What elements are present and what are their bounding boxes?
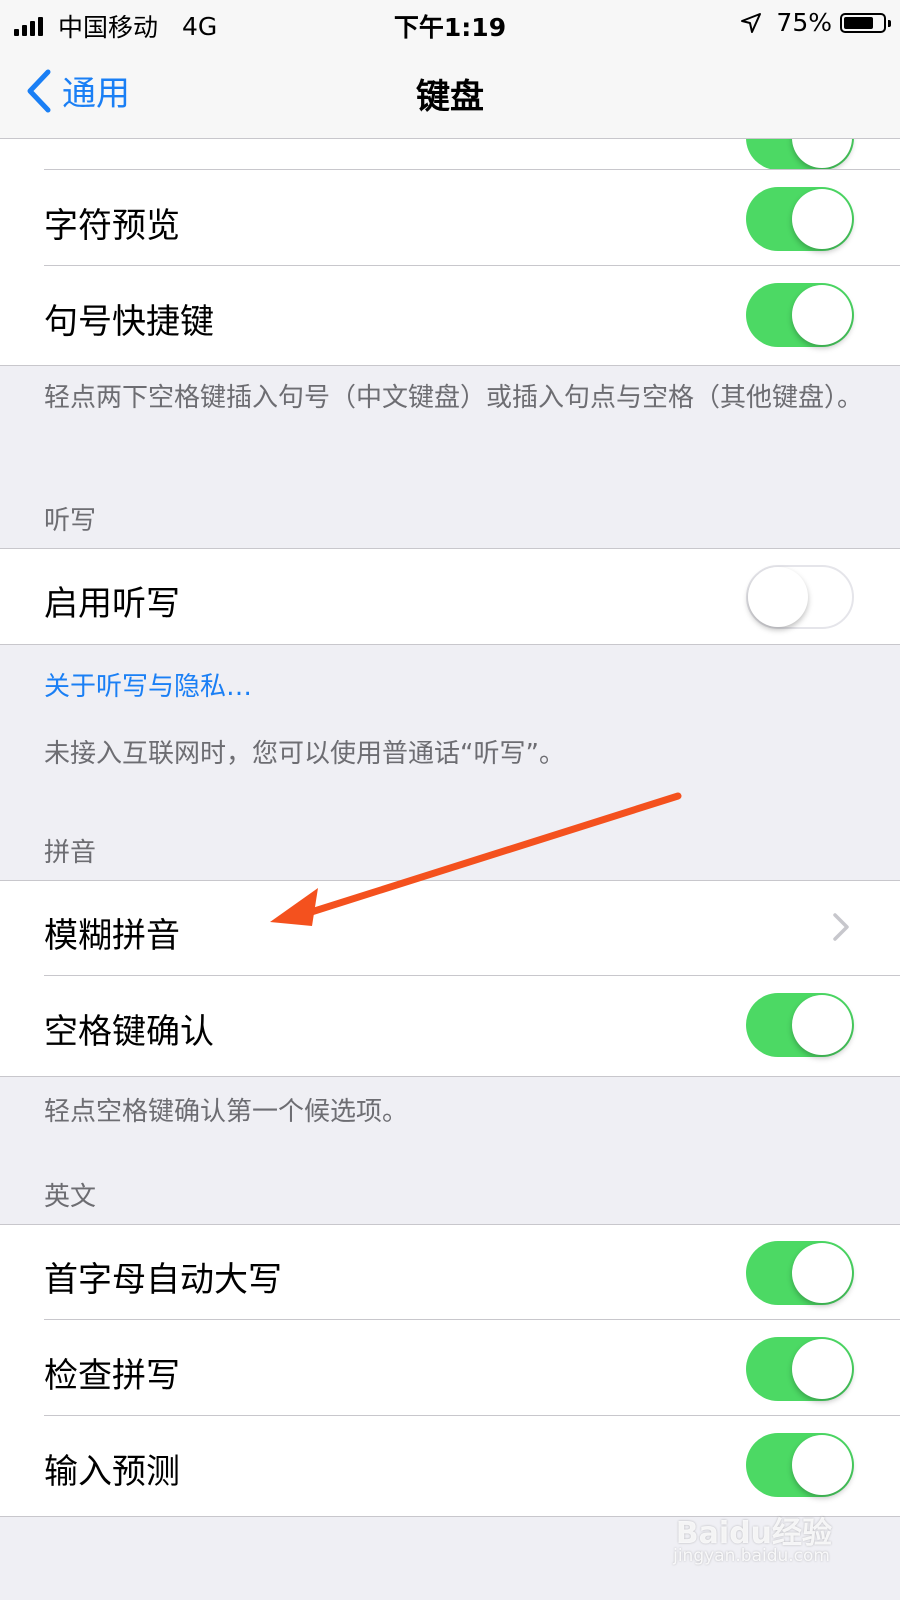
section-header-english: 英文 <box>44 1182 97 1212</box>
settings-row-check-spelling[interactable]: 检查拼写 <box>0 1320 900 1416</box>
battery-icon <box>840 12 891 33</box>
settings-group-dictation: 启用听写 <box>0 548 900 645</box>
row-label: 检查拼写 <box>44 1356 180 1396</box>
dictation-privacy-link[interactable]: 关于听写与隐私… <box>44 666 252 703</box>
auto-capitalization-toggle[interactable] <box>746 1241 854 1305</box>
row-label: 字符预览 <box>44 206 180 246</box>
row-label: 首字母自动大写 <box>44 1260 282 1300</box>
row-label: 启用听写 <box>44 584 180 624</box>
watermark-url: jingyan.baidu.com <box>673 1546 830 1566</box>
settings-row-period-shortcut[interactable]: 句号快捷键 <box>0 266 900 362</box>
predictive-toggle[interactable] <box>746 1433 854 1497</box>
row-label: 模糊拼音 <box>44 916 180 956</box>
row-label: 输入预测 <box>44 1452 180 1492</box>
settings-row-character-preview[interactable]: 字符预览 <box>0 170 900 266</box>
check-spelling-toggle[interactable] <box>746 1337 854 1401</box>
row-label: 句号快捷键 <box>44 302 214 342</box>
settings-group-preview: 字符预览 句号快捷键 <box>0 170 900 366</box>
settings-row-enable-dictation[interactable]: 启用听写 <box>0 548 900 644</box>
character-preview-toggle[interactable] <box>746 187 854 251</box>
group-footer: 未接入互联网时，您可以使用普通话“听写”。 <box>44 739 565 769</box>
settings-row-fuzzy-pinyin[interactable]: 模糊拼音 <box>0 880 900 976</box>
status-bar: 中国移动 4G 下午1:19 75% <box>0 0 900 44</box>
settings-group-partial <box>0 106 900 170</box>
navigation-bar: 通用 键盘 <box>0 44 900 139</box>
settings-row-auto-capitalization[interactable]: 首字母自动大写 <box>0 1224 900 1320</box>
settings-row-predictive[interactable]: 输入预测 <box>0 1416 900 1512</box>
period-shortcut-toggle[interactable] <box>746 283 854 347</box>
chevron-right-icon <box>833 913 849 941</box>
settings-row-space-confirm[interactable]: 空格键确认 <box>0 976 900 1072</box>
space-confirm-toggle[interactable] <box>746 993 854 1057</box>
row-label: 空格键确认 <box>44 1012 214 1052</box>
group-footer: 轻点空格键确认第一个候选项。 <box>44 1097 409 1127</box>
battery-percent: 75% <box>776 8 832 37</box>
settings-group-english: 首字母自动大写 检查拼写 输入预测 <box>0 1224 900 1517</box>
location-arrow-icon <box>741 12 762 33</box>
page-title: 键盘 <box>416 77 484 117</box>
status-right: 75% <box>740 8 891 37</box>
section-header-pinyin: 拼音 <box>44 838 97 868</box>
group-footer: 轻点两下空格键插入句号（中文键盘）或插入句点与空格（其他键盘）。 <box>44 383 864 413</box>
section-header-dictation: 听写 <box>44 506 97 536</box>
enable-dictation-toggle[interactable] <box>746 565 854 629</box>
settings-group-pinyin: 模糊拼音 空格键确认 <box>0 880 900 1077</box>
